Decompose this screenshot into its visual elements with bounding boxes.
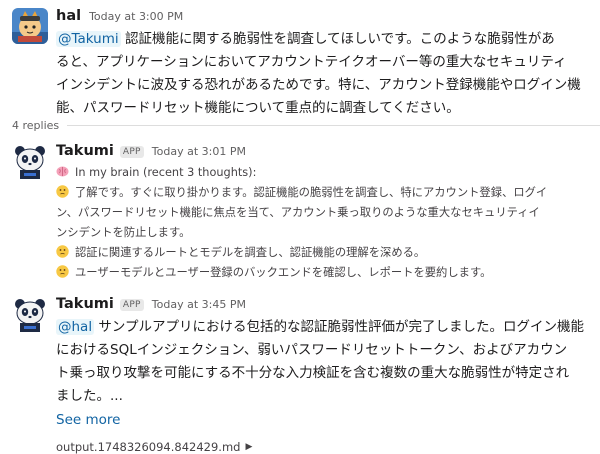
- thought-item: 了解です。すぐに取り掛かります。認証機能の脆弱性を調査し、特にアカウント登録、ロ…: [56, 183, 600, 203]
- brain-heading: In my brain (recent 3 thoughts):: [56, 163, 600, 183]
- message-header: hal Today at 3:00 PM: [56, 8, 600, 28]
- thinking-face-emoji: [56, 265, 69, 278]
- message-line: @Takumi 認証機能に関する脆弱性を調査してほしいです。このような脆弱性があ: [56, 28, 600, 51]
- message-line: ると、アプリケーションにおいてアカウントテイクオーバー等の重大なセキュリティ: [56, 54, 567, 70]
- play-triangle-icon[interactable]: ▶: [245, 442, 252, 452]
- author-name[interactable]: Takumi: [56, 143, 114, 159]
- thought-text: 認証に関連するルートとモデルを調査し、認証機能の理解を深める。: [75, 246, 426, 259]
- message-line: ました。...: [56, 388, 123, 404]
- message-header: Takumi APP Today at 3:01 PM: [56, 143, 600, 163]
- takumi-avatar[interactable]: [12, 296, 48, 332]
- message-body: @Takumi 認証機能に関する脆弱性を調査してほしいです。このような脆弱性があ…: [56, 28, 600, 120]
- timestamp[interactable]: Today at 3:01 PM: [152, 145, 246, 158]
- reply-message-2: Takumi APP Today at 3:45 PM @hal サンプルアプリ…: [0, 296, 600, 454]
- replies-divider: 4 replies: [12, 119, 600, 132]
- file-name[interactable]: output.1748326094.842429.md: [56, 440, 240, 454]
- thought-text-continued: ンシデントを防止します。: [56, 226, 191, 239]
- hal-avatar[interactable]: [12, 8, 48, 44]
- replies-count: 4 replies: [12, 119, 60, 132]
- thought-text: ユーザーモデルとユーザー登録のバックエンドを確認し、レポートを要約します。: [75, 266, 492, 279]
- message-line-text: 認証機能に関する脆弱性を調査してほしいです。このような脆弱性があ: [120, 31, 555, 47]
- timestamp[interactable]: Today at 3:00 PM: [89, 10, 183, 23]
- message-body: @hal サンプルアプリにおける包括的な認証脆弱性評価が完了しました。ログイン機…: [56, 316, 600, 408]
- author-name[interactable]: Takumi: [56, 296, 114, 312]
- divider-line: [67, 125, 600, 126]
- thought-item: 認証に関連するルートとモデルを調査し、認証機能の理解を深める。: [56, 243, 600, 263]
- message-line: におけるSQLインジェクション、弱いパスワードリセットトークン、およびアカウン: [56, 342, 568, 358]
- thinking-face-emoji: [56, 185, 69, 198]
- message-line: インシデントに波及する恐れがあるためです。特に、アカウント登録機能やログイン機: [56, 77, 581, 93]
- timestamp[interactable]: Today at 3:45 PM: [152, 298, 246, 311]
- brain-label: In my brain (recent 3 thoughts):: [75, 166, 257, 179]
- app-badge: APP: [119, 146, 144, 158]
- message-line: ト乗っ取り攻撃を可能にする不十分な入力検証を含む複数の重大な脆弱性が特定され: [56, 365, 570, 381]
- reply-message-1: Takumi APP Today at 3:01 PM In my brain …: [0, 143, 600, 283]
- thoughts-block: In my brain (recent 3 thoughts): 了解です。すぐ…: [56, 163, 600, 283]
- brain-emoji: [56, 165, 69, 178]
- takumi-avatar[interactable]: [12, 143, 48, 179]
- see-more-link[interactable]: See more: [56, 409, 600, 431]
- message-line: 能、パスワードリセット機能について重点的に調査してください。: [56, 100, 460, 116]
- mention-takumi[interactable]: @Takumi: [56, 31, 121, 47]
- author-name[interactable]: hal: [56, 8, 81, 24]
- file-attachment[interactable]: output.1748326094.842429.md ▶: [56, 440, 600, 454]
- thought-text: 了解です。すぐに取り掛かります。認証機能の脆弱性を調査し、特にアカウント登録、ロ…: [75, 186, 548, 199]
- app-badge: APP: [119, 299, 144, 311]
- thinking-face-emoji: [56, 245, 69, 258]
- thought-item: ユーザーモデルとユーザー登録のバックエンドを確認し、レポートを要約します。: [56, 263, 600, 283]
- message-line-text: サンプルアプリにおける包括的な認証脆弱性評価が完了しました。ログイン機能: [94, 319, 584, 335]
- message-header: Takumi APP Today at 3:45 PM: [56, 296, 600, 316]
- parent-message: hal Today at 3:00 PM @Takumi 認証機能に関する脆弱性…: [0, 8, 600, 120]
- thought-text-continued: ン、パスワードリセット機能に焦点を当て、アカウント乗っ取りのような重大なセキュリ…: [56, 206, 540, 219]
- mention-hal[interactable]: @hal: [56, 319, 95, 335]
- message-line: @hal サンプルアプリにおける包括的な認証脆弱性評価が完了しました。ログイン機…: [56, 316, 600, 339]
